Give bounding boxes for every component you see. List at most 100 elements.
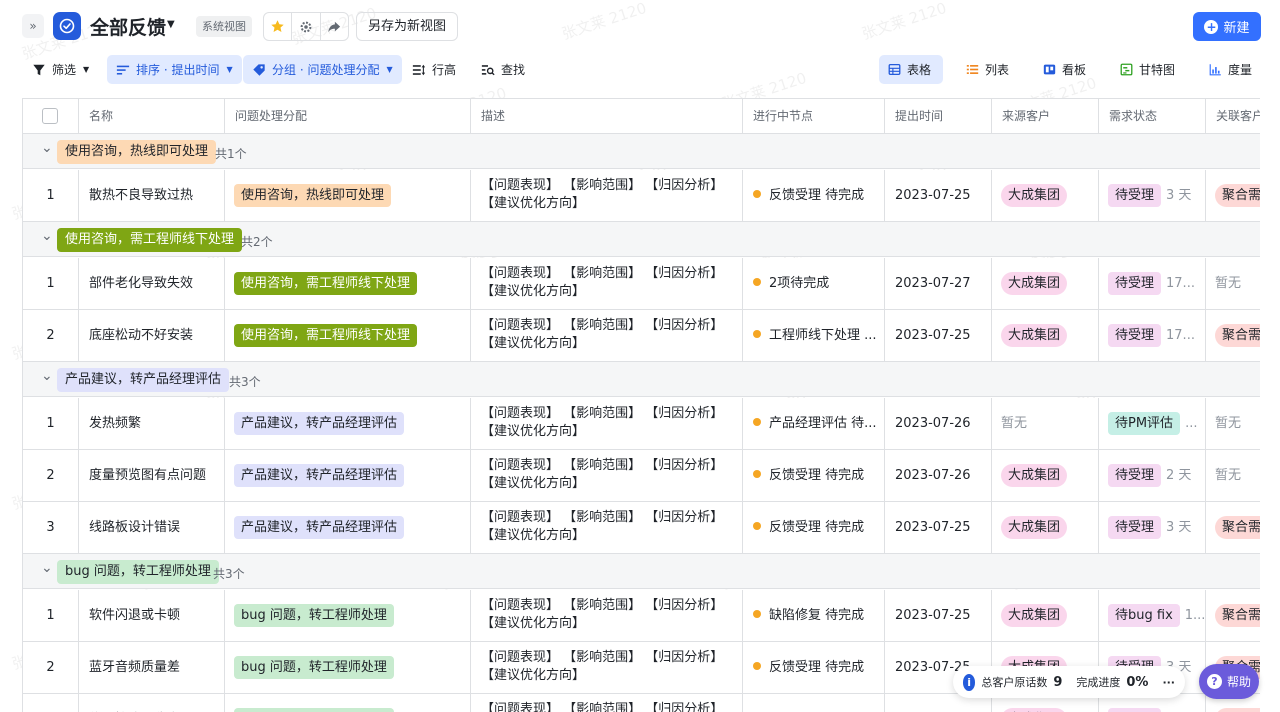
description-cell[interactable]: 【问题表现】 【影响范围】 【归因分析】 【建议优化方向】 <box>471 590 743 641</box>
assignment-cell[interactable]: 产品建议，转产品经理评估 <box>225 502 471 553</box>
status-cell[interactable]: 待PM评估... <box>1099 398 1206 449</box>
chevron-down-icon[interactable]: ⌄ <box>41 368 53 384</box>
customer-cell[interactable]: 暂无 <box>992 398 1099 449</box>
sort-button[interactable]: 排序 · 提出时间 ▼ <box>107 55 242 84</box>
related-cell[interactable]: 暂无 <box>1206 398 1260 449</box>
node-cell[interactable]: 缺陷修复 待完成 <box>743 590 885 641</box>
status-cell[interactable]: 待受理 2 天 <box>1099 450 1206 501</box>
group-header[interactable]: ⌄ 使用咨询，热线即可处理 共1个 <box>23 134 1260 169</box>
table-row[interactable]: 1 软件闪退或卡顿 bug 问题，转工程师处理 【问题表现】 【影响范围】 【归因分析… <box>23 590 1260 642</box>
description-cell[interactable]: 【问题表现】 【影响范围】 【归因分析】 【建议优化方向】 <box>471 170 743 221</box>
record-name[interactable]: 信号接收不稳定 <box>79 694 225 712</box>
submit-time[interactable]: 2023-07-25 <box>885 502 992 553</box>
record-name[interactable]: 度量预览图有点问题 <box>79 450 225 501</box>
related-cell[interactable]: 聚合需求 <box>1206 590 1260 641</box>
assignment-cell[interactable]: bug 问题，转工程师处理 <box>225 642 471 693</box>
customer-cell[interactable]: 大成集团 <box>992 450 1099 501</box>
customer-cell[interactable]: 大成集团 <box>992 258 1099 309</box>
description-cell[interactable]: 【问题表现】 【影响范围】 【归因分析】 【建议优化方向】 <box>471 398 743 449</box>
group-button[interactable]: 分组 · 问题处理分配 ▼ <box>243 55 402 84</box>
customer-cell[interactable]: 大成集团 <box>992 590 1099 641</box>
save-as-new-view-button[interactable]: 另存为新视图 <box>356 12 459 41</box>
table-row[interactable]: 1 散热不良导致过热 使用咨询，热线即可处理 【问题表现】 【影响范围】 【归因分析】… <box>23 170 1260 222</box>
select-all-checkbox[interactable] <box>42 108 58 124</box>
more-icon[interactable]: ··· <box>1162 676 1175 689</box>
related-cell[interactable]: 聚合需求 <box>1206 170 1260 221</box>
column-header-node[interactable]: 进行中节点 <box>743 99 885 134</box>
assignment-cell[interactable]: 使用咨询，需工程师线下处理 <box>225 310 471 361</box>
assignment-cell[interactable]: 产品建议，转产品经理评估 <box>225 398 471 449</box>
find-button[interactable]: 查找 <box>472 55 534 84</box>
node-cell[interactable]: 反馈受理 待完成 <box>743 642 885 693</box>
related-cell[interactable]: 暂无 <box>1206 450 1260 501</box>
column-header-description[interactable]: 描述 <box>471 99 743 134</box>
view-tab-metrics[interactable]: 度量 <box>1200 55 1261 84</box>
customer-cell[interactable]: 大成集团 <box>992 310 1099 361</box>
node-cell[interactable]: 反馈受理 待完成 <box>743 694 885 712</box>
column-header-status[interactable]: 需求状态 <box>1099 99 1206 134</box>
description-cell[interactable]: 【问题表现】 【影响范围】 【归因分析】 【建议优化方向】 <box>471 502 743 553</box>
submit-time[interactable]: 2023-07-25 <box>885 170 992 221</box>
group-header[interactable]: ⌄ bug 问题，转工程师处理 共3个 <box>23 554 1260 589</box>
status-cell[interactable]: 待受理 17... <box>1099 258 1206 309</box>
view-switch-caret-icon[interactable]: ▼ <box>167 19 175 30</box>
gear-icon[interactable] <box>292 13 321 40</box>
column-header-name[interactable]: 名称 <box>79 99 225 134</box>
record-name[interactable]: 底座松动不好安装 <box>79 310 225 361</box>
column-header-time[interactable]: 提出时间 <box>885 99 992 134</box>
description-cell[interactable]: 【问题表现】 【影响范围】 【归因分析】 【建议优化方向】 <box>471 258 743 309</box>
column-header-related[interactable]: 关联客户 <box>1206 99 1260 134</box>
record-name[interactable]: 蓝牙音频质量差 <box>79 642 225 693</box>
node-cell[interactable]: 反馈受理 待完成 <box>743 170 885 221</box>
related-cell[interactable]: 聚合需求 <box>1206 310 1260 361</box>
record-name[interactable]: 发热频繁 <box>79 398 225 449</box>
description-cell[interactable]: 【问题表现】 【影响范围】 【归因分析】 【建议优化方向】 <box>471 642 743 693</box>
view-tab-list[interactable]: 列表 <box>957 55 1018 84</box>
table-row[interactable]: 3 线路板设计错误 产品建议，转产品经理评估 【问题表现】 【影响范围】 【归因分析】… <box>23 502 1260 554</box>
view-title[interactable]: 全部反馈 <box>90 13 166 40</box>
description-cell[interactable]: 【问题表现】 【影响范围】 【归因分析】 【建议优化方向】 <box>471 450 743 501</box>
chevron-down-icon[interactable]: ⌄ <box>41 228 53 244</box>
chevron-down-icon[interactable]: ⌄ <box>41 140 53 156</box>
star-icon[interactable] <box>264 13 293 40</box>
submit-time[interactable]: 2023-07-26 <box>885 450 992 501</box>
table-row[interactable]: 2 度量预览图有点问题 产品建议，转产品经理评估 【问题表现】 【影响范围】 【归因分… <box>23 450 1260 502</box>
record-name[interactable]: 部件老化导致失效 <box>79 258 225 309</box>
description-cell[interactable]: 【问题表现】 【影响范围】 【归因分析】 【建议优化方向】 <box>471 310 743 361</box>
related-cell[interactable]: 聚合需求 <box>1206 502 1260 553</box>
assignment-cell[interactable]: 产品建议，转产品经理评估 <box>225 450 471 501</box>
assignment-cell[interactable]: bug 问题，转工程师处理 <box>225 694 471 712</box>
submit-time[interactable]: 2023-07-25 <box>885 590 992 641</box>
table-row[interactable]: 1 部件老化导致失效 使用咨询，需工程师线下处理 【问题表现】 【影响范围】 【归因分… <box>23 258 1260 310</box>
node-cell[interactable]: 产品经理评估 待... <box>743 398 885 449</box>
node-cell[interactable]: 工程师线下处理 ... <box>743 310 885 361</box>
assignment-cell[interactable]: bug 问题，转工程师处理 <box>225 590 471 641</box>
assignment-cell[interactable]: 使用咨询，热线即可处理 <box>225 170 471 221</box>
record-name[interactable]: 散热不良导致过热 <box>79 170 225 221</box>
submit-time[interactable]: 2023-07-25 <box>885 310 992 361</box>
view-tab-kanban[interactable]: 看板 <box>1034 55 1095 84</box>
group-header[interactable]: ⌄ 产品建议，转产品经理评估 共3个 <box>23 362 1260 397</box>
status-cell[interactable]: 待bug fix 1... <box>1099 590 1206 641</box>
customer-cell[interactable]: 大成集团 <box>992 170 1099 221</box>
view-tab-table[interactable]: 表格 <box>879 55 943 84</box>
customer-cell[interactable]: 大成集团 <box>992 502 1099 553</box>
new-record-button[interactable]: + 新建 <box>1193 12 1261 41</box>
column-header-customer[interactable]: 来源客户 <box>992 99 1099 134</box>
node-cell[interactable]: 2项待完成 <box>743 258 885 309</box>
view-tab-gantt[interactable]: 甘特图 <box>1111 55 1184 84</box>
status-cell[interactable]: 待受理 3 天 <box>1099 170 1206 221</box>
row-height-button[interactable]: 行高 <box>403 55 465 84</box>
status-cell[interactable]: 待受理 3 天 <box>1099 502 1206 553</box>
group-header[interactable]: ⌄ 使用咨询，需工程师线下处理 共2个 <box>23 222 1260 257</box>
record-name[interactable]: 线路板设计错误 <box>79 502 225 553</box>
expand-sidebar-icon[interactable]: » <box>22 14 44 38</box>
record-name[interactable]: 软件闪退或卡顿 <box>79 590 225 641</box>
table-row[interactable]: 2 底座松动不好安装 使用咨询，需工程师线下处理 【问题表现】 【影响范围】 【归因分… <box>23 310 1260 362</box>
node-cell[interactable]: 反馈受理 待完成 <box>743 450 885 501</box>
submit-time[interactable]: 2023-07-26 <box>885 398 992 449</box>
assignment-cell[interactable]: 使用咨询，需工程师线下处理 <box>225 258 471 309</box>
related-cell[interactable]: 暂无 <box>1206 258 1260 309</box>
chevron-down-icon[interactable]: ⌄ <box>41 560 53 576</box>
column-header-assignment[interactable]: 问题处理分配 <box>225 99 471 134</box>
